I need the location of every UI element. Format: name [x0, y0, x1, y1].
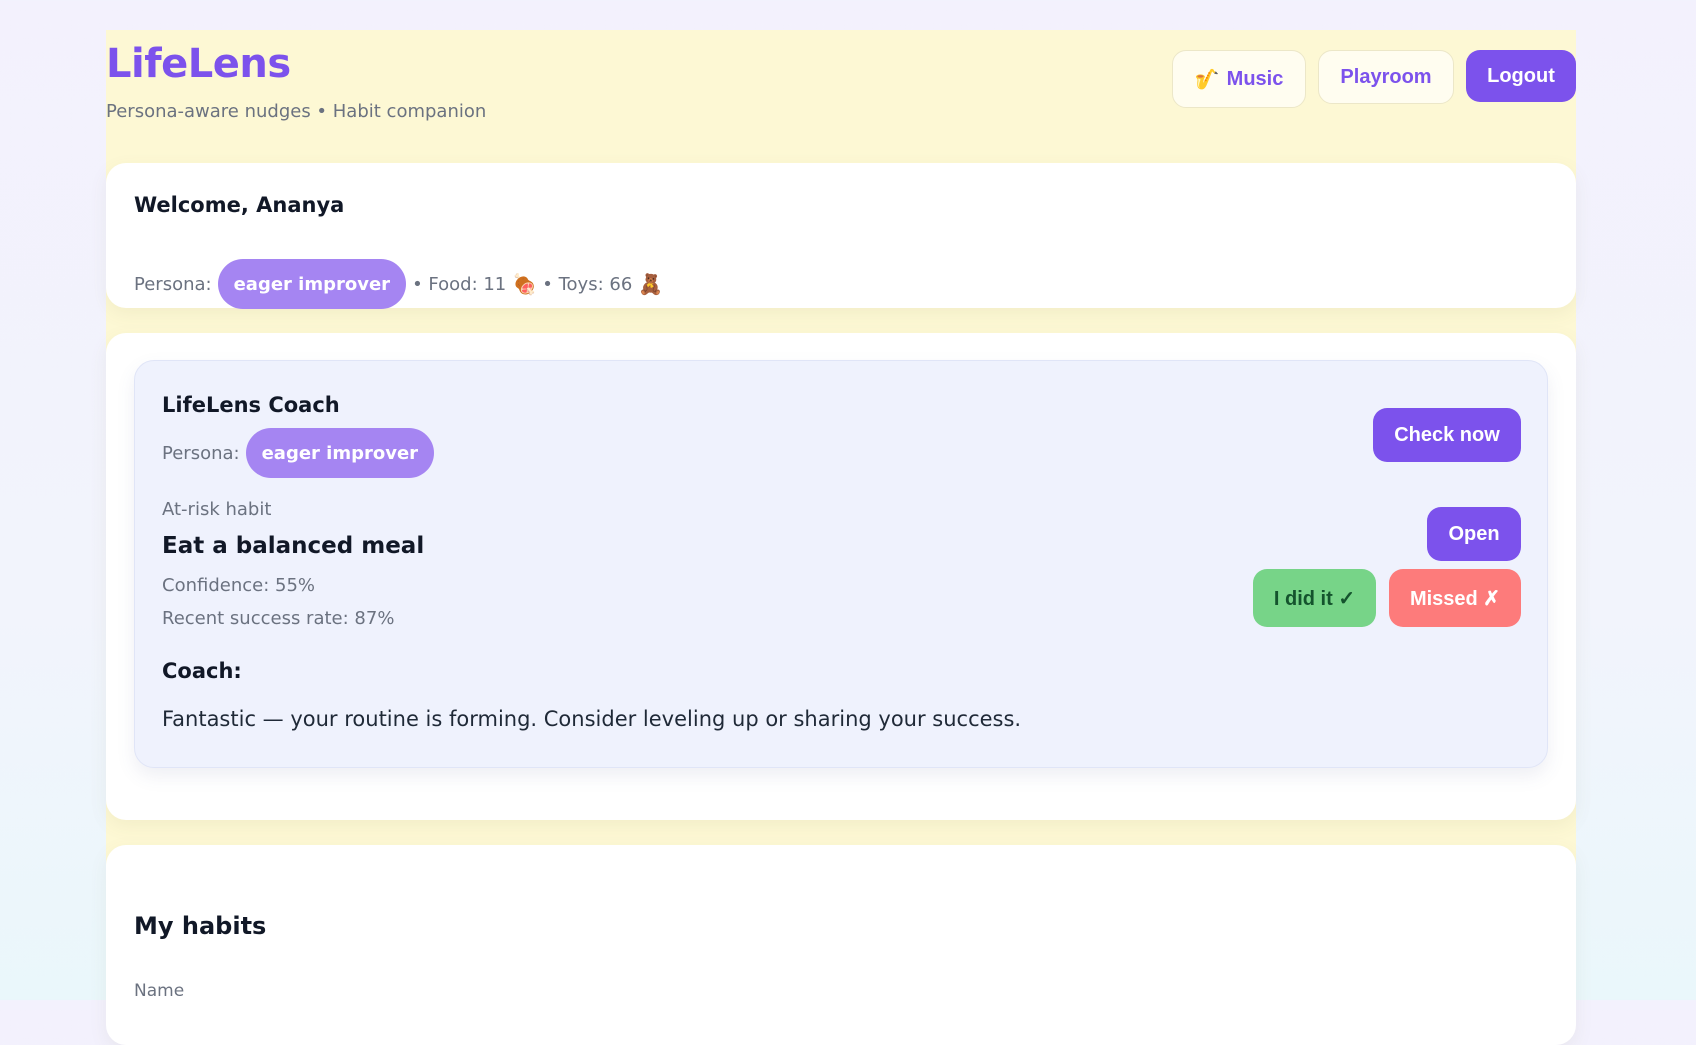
coach-message-label: Coach: — [162, 659, 242, 683]
toys-count: • Toys: 66 — [542, 273, 633, 295]
coach-persona-row: Persona: eager improver — [162, 428, 435, 478]
app-shell: LifeLens Persona-aware nudges • Habit co… — [106, 30, 1576, 1045]
coach-card: LifeLens Coach Persona: eager improver C… — [106, 333, 1576, 820]
coach-persona-label: Persona: — [162, 442, 240, 464]
persona-label: Persona: — [134, 273, 212, 295]
open-habit-button[interactable]: Open — [1427, 507, 1521, 561]
logout-button[interactable]: Logout — [1466, 50, 1576, 102]
top-actions: 🎷 Music Playroom Logout — [1172, 50, 1576, 108]
brand: LifeLens Persona-aware nudges • Habit co… — [106, 40, 486, 124]
at-risk-label: At-risk habit — [162, 499, 272, 520]
confidence-text: Confidence: 55% — [162, 575, 315, 596]
persona-stats-row: Persona: eager improver • Food: 11 🍖 • T… — [134, 259, 664, 309]
coach-message: Fantastic — your routine is forming. Con… — [162, 707, 1022, 731]
food-count: • Food: 11 — [412, 273, 507, 295]
app-subtitle: Persona-aware nudges • Habit companion — [106, 101, 487, 122]
did-it-button[interactable]: I did it ✓ — [1253, 569, 1376, 627]
coach-title: LifeLens Coach — [162, 393, 340, 417]
music-button-label: Music — [1226, 67, 1284, 90]
table-header-name: Name — [134, 981, 185, 1001]
playroom-button[interactable]: Playroom — [1318, 50, 1454, 104]
coach-persona-badge: eager improver — [245, 428, 435, 478]
app-title: LifeLens — [106, 41, 291, 87]
habits-card: My habits Name — [106, 845, 1576, 1045]
habits-title: My habits — [134, 912, 267, 940]
check-now-button[interactable]: Check now — [1373, 408, 1521, 462]
welcome-title: Welcome, Ananya — [134, 193, 345, 217]
music-button[interactable]: 🎷 Music — [1172, 50, 1306, 108]
saxophone-icon: 🎷 — [1194, 68, 1220, 91]
coach-panel: LifeLens Coach Persona: eager improver C… — [134, 360, 1548, 768]
missed-button[interactable]: Missed ✗ — [1389, 569, 1521, 627]
success-rate-text: Recent success rate: 87% — [162, 608, 395, 629]
at-risk-habit-name: Eat a balanced meal — [162, 533, 425, 559]
meat-icon: 🍖 — [512, 272, 538, 296]
teddy-bear-icon: 🧸 — [638, 272, 664, 296]
persona-badge: eager improver — [217, 259, 407, 309]
welcome-card: Welcome, Ananya Persona: eager improver … — [106, 163, 1576, 309]
